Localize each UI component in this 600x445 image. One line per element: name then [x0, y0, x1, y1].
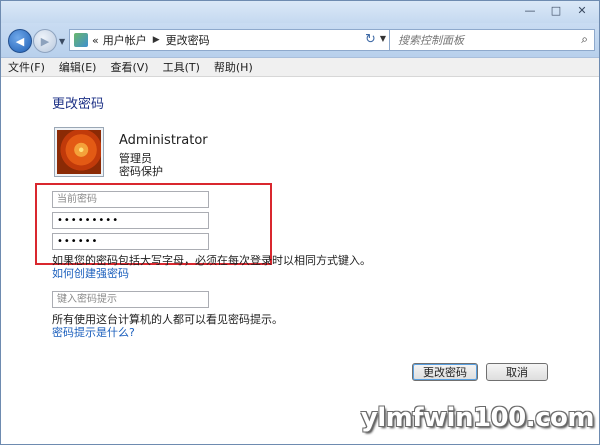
forward-button[interactable]: ▶	[33, 29, 57, 53]
menu-file[interactable]: 文件(F)	[1, 59, 52, 75]
breadcrumb-overflow-icon[interactable]: «	[92, 34, 99, 47]
control-panel-icon	[74, 33, 88, 47]
back-button[interactable]: ◀	[8, 29, 32, 53]
flower-picture-icon	[57, 130, 101, 174]
address-dropdown-icon[interactable]: ▼	[380, 34, 386, 43]
title-bar: — □ ✕	[1, 1, 599, 23]
menu-edit[interactable]: 编辑(E)	[52, 59, 104, 75]
arrow-right-icon: ▶	[40, 34, 50, 48]
main-content: 更改密码 Administrator 管理员 密码保护 如果您的密码包括大写字母…	[1, 77, 599, 444]
password-hint-field[interactable]	[52, 291, 209, 308]
strong-password-link[interactable]: 如何创建强密码	[52, 265, 129, 281]
breadcrumb[interactable]: « 用户帐户 ▶ 更改密码 ▼	[69, 29, 391, 51]
minimize-button[interactable]: —	[517, 2, 543, 18]
watermark-logo: ylmfwin100.com	[360, 403, 595, 433]
menu-help[interactable]: 帮助(H)	[207, 59, 260, 75]
breadcrumb-item-user-accounts[interactable]: 用户帐户	[103, 32, 147, 48]
address-bar: ◀ ▶ ▼ « 用户帐户 ▶ 更改密码 ▼ ↻ ⌕	[1, 23, 599, 58]
arrow-left-icon: ◀	[15, 34, 25, 48]
menu-view[interactable]: 查看(V)	[103, 59, 155, 75]
refresh-icon[interactable]: ↻	[365, 32, 376, 47]
menu-tools[interactable]: 工具(T)	[156, 59, 207, 75]
cancel-button[interactable]: 取消	[486, 363, 548, 381]
menu-bar: 文件(F) 编辑(E) 查看(V) 工具(T) 帮助(H)	[1, 58, 599, 77]
breadcrumb-item-change-password[interactable]: 更改密码	[166, 32, 210, 48]
change-password-button[interactable]: 更改密码	[412, 363, 478, 381]
user-password-status: 密码保护	[119, 165, 163, 178]
control-panel-window: — □ ✕ ◀ ▶ ▼ « 用户帐户 ▶ 更改密码 ▼ ↻ ⌕ 文件(F) 编辑…	[0, 0, 600, 445]
search-input[interactable]	[396, 32, 570, 48]
breadcrumb-separator-icon[interactable]: ▶	[153, 35, 160, 45]
close-button[interactable]: ✕	[569, 2, 595, 18]
search-box[interactable]: ⌕	[389, 29, 595, 51]
maximize-button[interactable]: □	[543, 2, 569, 18]
search-icon[interactable]: ⌕	[581, 32, 588, 47]
page-title: 更改密码	[52, 97, 105, 112]
user-name: Administrator	[119, 133, 208, 148]
user-avatar	[54, 127, 104, 177]
recent-pages-dropdown-icon[interactable]: ▼	[59, 37, 65, 46]
password-hint-help-link[interactable]: 密码提示是什么?	[52, 324, 135, 340]
